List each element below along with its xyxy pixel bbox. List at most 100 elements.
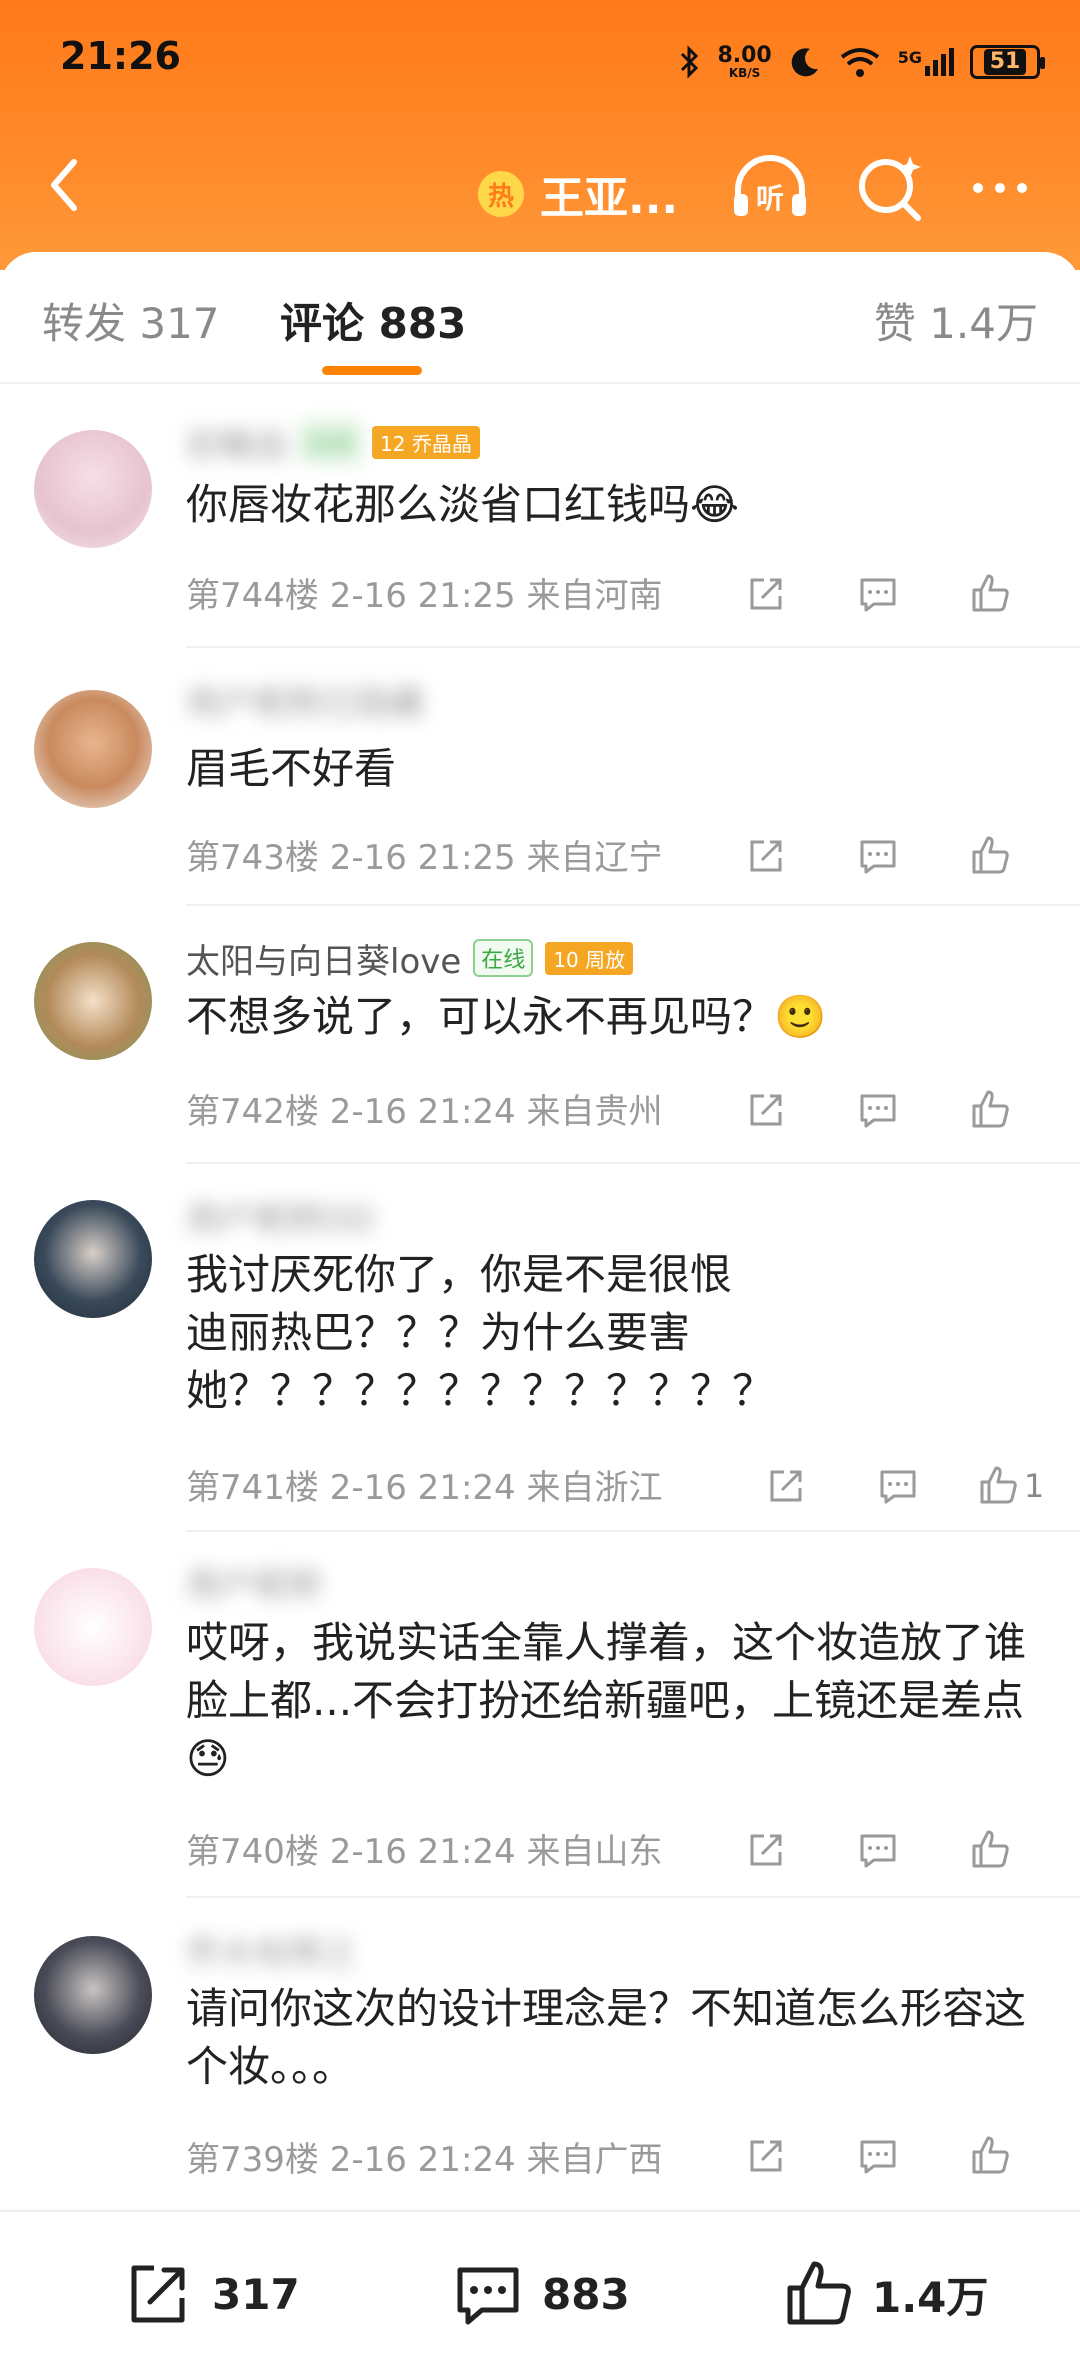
- bluetooth-icon: [681, 45, 699, 79]
- username[interactable]: 初稚齿: [186, 418, 288, 467]
- comment-actions: [710, 1082, 1046, 1138]
- thumbs-up-icon: [972, 2136, 1009, 2174]
- comment-text: 我讨厌死你了，你是不是很恨 迪丽热巴？？？为什么要害 她？？？？？？？？？？？？…: [186, 1250, 775, 1415]
- back-arrow-icon[interactable]: [36, 150, 96, 220]
- username[interactable]: 用户昵称DD: [186, 1192, 374, 1241]
- comment-meta: 第744楼 2-16 21:25 来自河南: [186, 576, 663, 616]
- svg-text:听: 听: [756, 182, 784, 215]
- signal-bar: [925, 66, 930, 76]
- tab-active-indicator: [322, 366, 422, 375]
- moon-icon: [791, 48, 818, 77]
- network-speed: 8.00 KB/S: [717, 45, 771, 80]
- thumbs-up-icon: [972, 1090, 1009, 1128]
- comment-button[interactable]: 883: [450, 2256, 630, 2332]
- status-time: 21:26: [60, 34, 181, 78]
- nav-bar: 热 王亚... 听: [0, 140, 1080, 230]
- comment-text: 你唇妆花那么淡省口红钱吗😂: [186, 480, 740, 529]
- username[interactable]: 太阳与向日葵love: [186, 934, 461, 983]
- avatar[interactable]: [34, 1200, 152, 1318]
- comment-meta: 第739楼 2-16 21:24 来自广西: [186, 2140, 663, 2180]
- repost-count: 317: [212, 2269, 300, 2319]
- avatar[interactable]: [34, 942, 152, 1060]
- signal-bar: [941, 54, 946, 76]
- thumbs-up-icon: [972, 1830, 1009, 1868]
- reply-button[interactable]: [822, 2128, 934, 2184]
- topic-title-text: 王亚...: [540, 173, 679, 224]
- repost-button[interactable]: 317: [120, 2256, 300, 2332]
- thumbs-up-icon: [972, 836, 1009, 874]
- share-button[interactable]: [710, 566, 822, 622]
- like-button[interactable]: 1: [954, 1458, 1066, 1514]
- signal-bar: [933, 60, 938, 76]
- thumbs-up-icon: [980, 1466, 1017, 1504]
- reply-button[interactable]: [842, 1458, 954, 1514]
- username[interactable]: 用户昵称已隐藏: [186, 676, 424, 725]
- like-button[interactable]: [934, 566, 1046, 622]
- divider: [186, 1896, 1080, 1898]
- tab-repost[interactable]: 转发 317: [42, 290, 220, 351]
- reply-button[interactable]: [822, 566, 934, 622]
- comment-count: 883: [542, 2269, 630, 2319]
- thumbs-up-icon: [972, 574, 1009, 612]
- comment-icon: [860, 1834, 896, 1868]
- hot-icon: 热: [478, 171, 524, 217]
- comment-text: 请问你这次的设计理念是？不知道怎么形容这个妆。。。: [186, 1984, 1027, 2091]
- username[interactable]: 用户昵称: [186, 1558, 322, 1607]
- tab-comments[interactable]: 评论 883: [280, 290, 466, 351]
- topic-title[interactable]: 热 王亚...: [478, 162, 678, 226]
- share-button[interactable]: [710, 1822, 822, 1878]
- tab-likes[interactable]: 赞 1.4万: [874, 290, 1038, 351]
- fan-badge[interactable]: 10 周放: [545, 941, 634, 975]
- more-icon[interactable]: [958, 150, 1042, 226]
- username[interactable]: 乔大旬悍之: [186, 1926, 356, 1975]
- share-button[interactable]: [710, 828, 822, 884]
- share-icon: [770, 1470, 802, 1502]
- tab-bar: 转发 317 评论 883 赞 1.4万: [0, 252, 1080, 384]
- reply-button[interactable]: [822, 828, 934, 884]
- share-icon: [750, 578, 782, 610]
- comment-text: 哎呀，我说实话全靠人撑着，这个妆造放了谁脸上都...不会打扮还给新疆吧，上镜还是…: [186, 1618, 1027, 1783]
- thumbs-up-icon: [787, 2261, 851, 2325]
- signal-bar: [949, 48, 954, 76]
- like-post-button[interactable]: 1.4万: [780, 2256, 988, 2332]
- battery-icon: 51: [970, 45, 1045, 79]
- name-row: 用户昵称已隐藏: [186, 676, 424, 725]
- like-button[interactable]: [934, 1082, 1046, 1138]
- fan-badge[interactable]: 12 乔晶晶: [372, 425, 480, 459]
- reply-button[interactable]: [822, 1822, 934, 1878]
- header: 21:26 8.00 KB/S 5G 51 热 王亚... 听: [0, 0, 1080, 270]
- share-icon: [750, 840, 782, 872]
- name-row: 用户昵称DD: [186, 1192, 374, 1241]
- divider: [186, 646, 1080, 648]
- net-speed-unit: KB/S: [728, 66, 761, 80]
- avatar[interactable]: [34, 1568, 152, 1686]
- like-button[interactable]: [934, 1822, 1046, 1878]
- comment-icon: [860, 578, 896, 612]
- comment-meta: 第741楼 2-16 21:24 来自浙江: [186, 1468, 663, 1508]
- bottom-action-bar: 317 883 1.4万: [0, 2210, 1080, 2378]
- like-button[interactable]: [934, 828, 1046, 884]
- share-button[interactable]: [710, 2128, 822, 2184]
- share-icon: [131, 2265, 185, 2323]
- comment-meta: 第742楼 2-16 21:24 来自贵州: [186, 1092, 663, 1132]
- divider: [186, 1162, 1080, 1164]
- comment-actions: 1: [730, 1458, 1066, 1514]
- search-icon[interactable]: [848, 150, 932, 226]
- share-button[interactable]: [710, 1082, 822, 1138]
- status-icons: 8.00 KB/S 5G 51: [679, 32, 1045, 92]
- divider: [186, 1530, 1080, 1532]
- like-button[interactable]: [934, 2128, 1046, 2184]
- comment-icon: [860, 1094, 896, 1128]
- name-row: 乔大旬悍之: [186, 1926, 356, 1975]
- avatar[interactable]: [34, 690, 152, 808]
- online-badge: 在线: [473, 939, 534, 977]
- avatar[interactable]: [34, 430, 152, 548]
- like-count: 1: [1023, 1467, 1045, 1505]
- comment-icon: [860, 840, 896, 874]
- headphones-listen-icon[interactable]: 听: [728, 150, 812, 226]
- share-icon: [750, 1094, 782, 1126]
- like-count: 1.4万: [872, 2272, 989, 2322]
- share-button[interactable]: [730, 1458, 842, 1514]
- avatar[interactable]: [34, 1936, 152, 2054]
- reply-button[interactable]: [822, 1082, 934, 1138]
